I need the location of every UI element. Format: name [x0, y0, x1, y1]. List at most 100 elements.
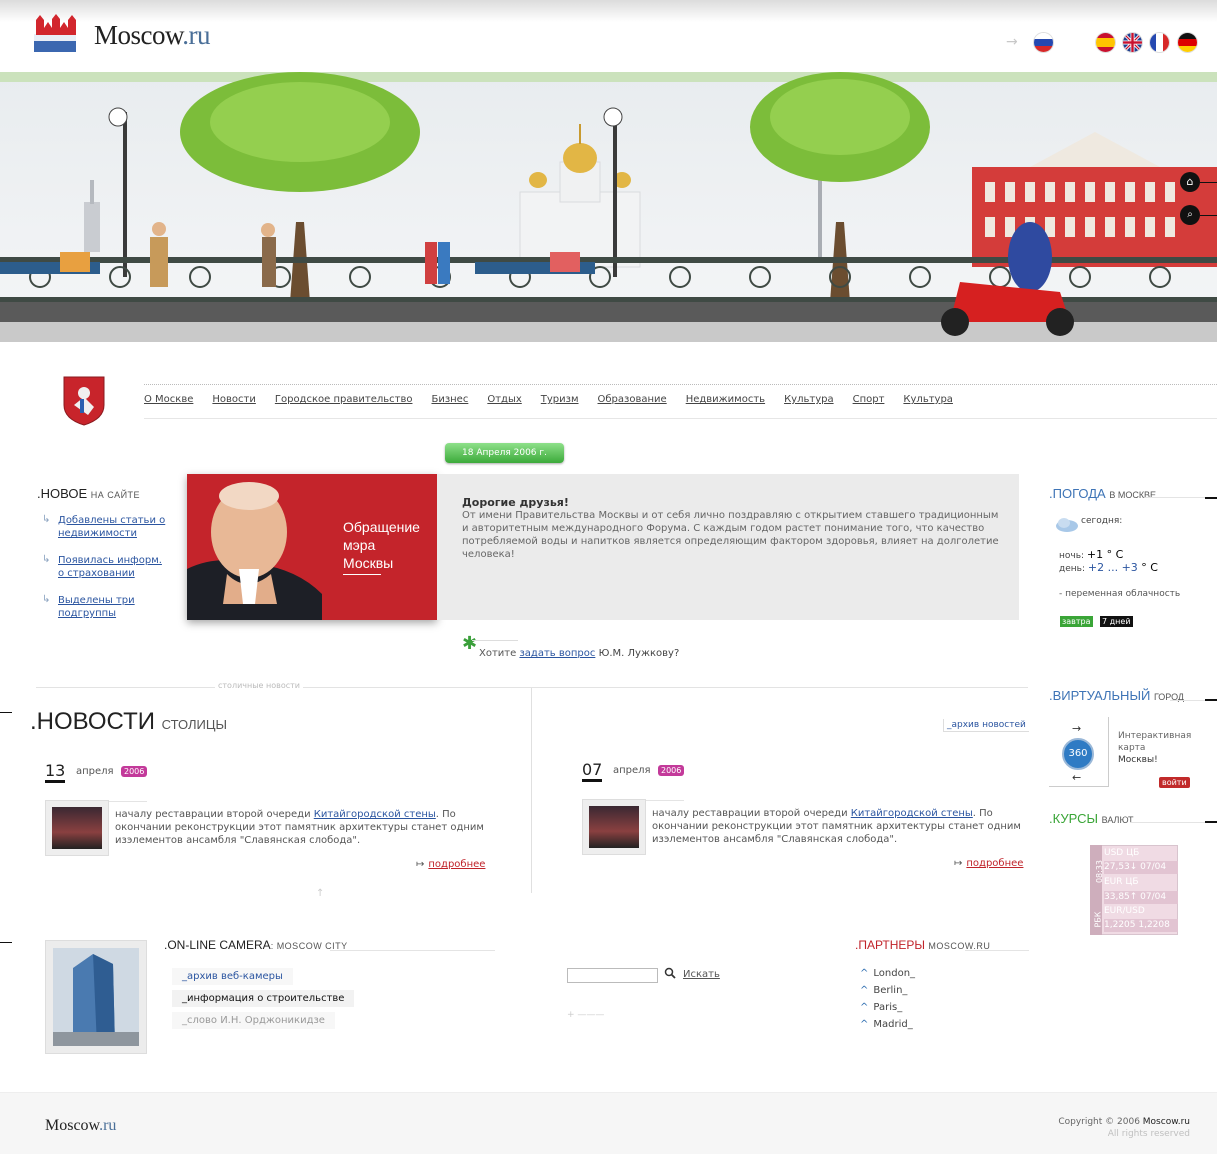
search-zoom-icon[interactable]: ⌕: [1180, 205, 1200, 225]
news-column-divider: [531, 688, 532, 893]
flag-en-icon[interactable]: [1123, 33, 1142, 52]
flag-es-icon[interactable]: [1096, 33, 1115, 52]
new-item-link[interactable]: Появилась информ. о страховании: [58, 554, 170, 580]
news-more-link[interactable]: подробнее: [428, 859, 485, 870]
nav-top-rule: [144, 384, 1217, 385]
partner-item[interactable]: ^ London_: [860, 968, 915, 979]
bracket-arrow-icon: ↳: [42, 514, 51, 525]
webcam-photo[interactable]: [45, 940, 147, 1054]
flag-fr-icon[interactable]: [1150, 33, 1169, 52]
divider: [1130, 822, 1205, 823]
panorama-360-icon[interactable]: 360: [1062, 738, 1094, 770]
nav-item-sport[interactable]: Спорт: [853, 394, 885, 405]
plus-divider: + ———: [567, 1010, 605, 1020]
rate-row: EUR ЦБ: [1104, 877, 1139, 887]
news-more: ↦ подробнее: [954, 858, 1023, 869]
search-button[interactable]: Искать: [683, 969, 720, 980]
caret-up-icon: ^: [860, 985, 869, 996]
moscow-city-tower-image: [53, 948, 139, 1046]
nav-item-realty[interactable]: Недвижимость: [686, 394, 765, 405]
flag-de-icon[interactable]: [1178, 33, 1197, 52]
nav-item-leisure[interactable]: Отдых: [487, 394, 521, 405]
nav-item-tourism[interactable]: Туризм: [541, 394, 579, 405]
ordzhonikidze-word-link[interactable]: _слово И.Н. Орджоникидзе: [172, 1012, 335, 1029]
arrow-left-icon: ←: [1072, 771, 1082, 784]
nav-item-news[interactable]: Новости: [212, 394, 255, 405]
weather-day: день: +2 ... +3 ° С: [1059, 561, 1158, 574]
search-input[interactable]: [567, 968, 658, 983]
edge-mark: [1205, 821, 1217, 823]
news-inline-link[interactable]: Китайгородской стены: [314, 809, 436, 820]
nav-item-government[interactable]: Городское правительство: [275, 394, 413, 405]
copyright: Copyright © 2006 Moscow.ru: [1058, 1117, 1190, 1127]
weather-today-label: сегодня:: [1081, 516, 1123, 526]
caret-up-icon: ^: [860, 1019, 869, 1030]
partner-item[interactable]: ^ Madrid_: [860, 1019, 913, 1030]
arrow-right-icon: [343, 574, 381, 575]
nav-item-culture-2[interactable]: Культура: [903, 394, 953, 405]
nav-item-education[interactable]: Образование: [598, 394, 667, 405]
ask-question-link[interactable]: задать вопрос: [519, 648, 595, 659]
site-logo[interactable]: Moscow.ru: [94, 20, 210, 51]
news-more-link[interactable]: подробнее: [966, 858, 1023, 869]
edge-mark: [1205, 497, 1217, 499]
weather-title: .ПОГОДА В МОСКВЕ: [1049, 486, 1157, 501]
mayor-portrait: [187, 474, 322, 620]
construction-info-link[interactable]: _информация о строительстве: [172, 990, 355, 1007]
news-text: началу реставрации второй очереди Китайг…: [652, 808, 1021, 845]
webcam-archive-link[interactable]: _архив веб-камеры: [172, 968, 293, 985]
kremlin-logo-icon[interactable]: [32, 14, 78, 54]
arrow-right-icon: ↦: [954, 858, 963, 869]
home-icon[interactable]: ⌂: [1180, 172, 1200, 192]
nav-item-about[interactable]: О Москве: [144, 394, 193, 405]
cloud-icon: [1056, 518, 1078, 532]
weather-tomorrow-button[interactable]: завтра: [1060, 616, 1093, 627]
moscow-embankment-banner: [0, 72, 1217, 342]
rate-row: 1,2205 1,2208: [1104, 919, 1178, 932]
virtual-login-button[interactable]: войти: [1159, 777, 1190, 788]
rate-row: EUR/USD: [1104, 906, 1145, 916]
new-item-link[interactable]: Добавлены статьи о недвижимости: [58, 514, 170, 540]
edge-mark: [1200, 215, 1217, 216]
flag-ru-icon[interactable]: [1034, 33, 1053, 52]
mayor-caption: Обращение мэра Москвы: [343, 519, 420, 571]
news-thumbnail[interactable]: [45, 800, 109, 856]
partner-item[interactable]: ^ Paris_: [860, 1002, 902, 1013]
new-item-link[interactable]: Выделены три подгруппы: [58, 594, 170, 620]
news-year-badge: 2006: [658, 765, 685, 776]
caret-up-icon: ^: [860, 968, 869, 979]
moscow-coat-of-arms-icon[interactable]: [62, 375, 106, 426]
news-year-badge: 2006: [121, 766, 148, 777]
virtual-city-text: Интерактивная карта Москвы!: [1118, 731, 1192, 765]
greeting-title: Дорогие друзья!: [462, 496, 569, 509]
divider: [330, 950, 495, 951]
bracket-arrow-icon: ↳: [42, 594, 51, 605]
news-day: 07: [582, 761, 603, 782]
footer: [0, 1092, 1217, 1154]
footer-logo[interactable]: Moscow.ru: [45, 1117, 116, 1135]
ask-mayor: Хотите задать вопрос Ю.М. Лужкову?: [479, 648, 680, 659]
partner-item[interactable]: ^ Berlin_: [860, 985, 907, 996]
divider: [965, 950, 1029, 951]
rate-row: USD ЦБ: [1104, 848, 1140, 858]
rates-time: 08:33: [1095, 859, 1105, 884]
bracket-arrow-icon: ↳: [42, 554, 51, 565]
edge-mark: [0, 712, 12, 713]
nav-item-culture[interactable]: Культура: [784, 394, 834, 405]
weather-description: - переменная облачность: [1059, 589, 1181, 599]
caret-up-icon: ^: [860, 1002, 869, 1013]
greeting-text: От имени Правительства Москвы и от себя …: [462, 510, 999, 560]
date-badge: 18 Апреля 2006 г.: [445, 443, 564, 463]
news-thumbnail[interactable]: [582, 799, 646, 855]
nav-bottom-rule: [144, 418, 1217, 419]
search-icon[interactable]: [664, 967, 676, 979]
rates-source: РБК: [1093, 911, 1103, 928]
weather-week-button[interactable]: 7 дней: [1100, 616, 1133, 627]
news-month: апреля: [613, 765, 651, 776]
news-top-label: столичные новости: [215, 681, 303, 690]
nav-item-business[interactable]: Бизнес: [431, 394, 468, 405]
news-archive-link[interactable]: _архив новостей: [943, 719, 1029, 732]
news-inline-link[interactable]: Китайгородской стены: [851, 808, 973, 819]
language-arrow-icon: →: [1006, 34, 1018, 50]
divider: [1170, 700, 1205, 701]
